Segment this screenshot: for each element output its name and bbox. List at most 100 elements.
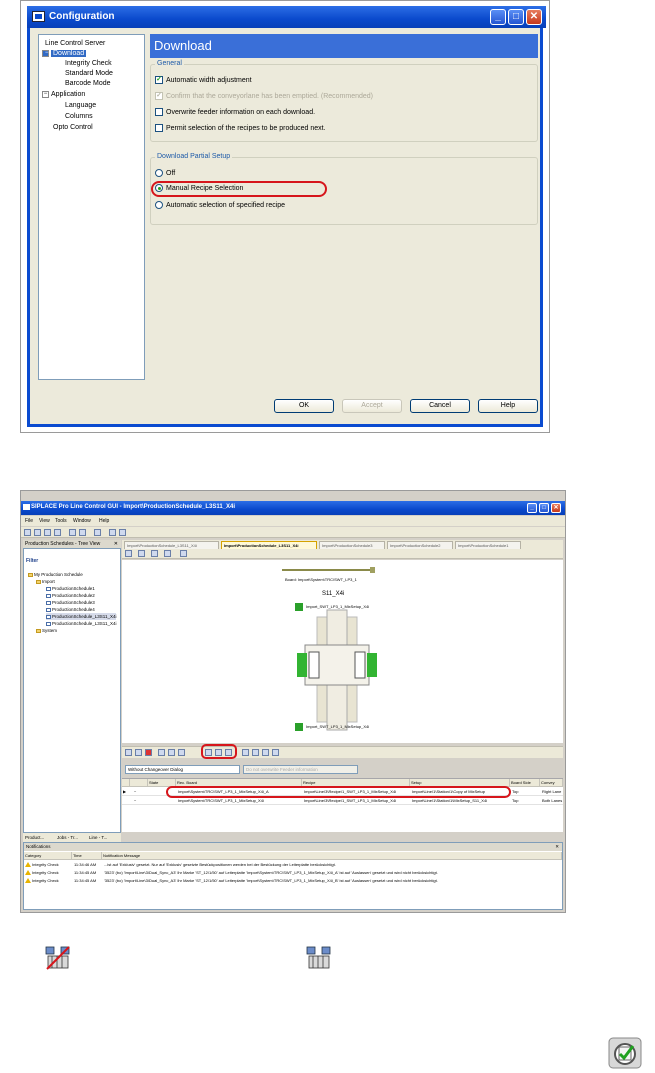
changeover-dialog-select[interactable]: Without Changeover Dialog bbox=[125, 765, 240, 774]
collapse-icon[interactable]: − bbox=[42, 90, 49, 98]
tab-products[interactable]: Product... bbox=[25, 833, 44, 842]
confirm-conveyor-checkbox: ✓ Confirm that the conveyorlane has been … bbox=[155, 91, 373, 102]
close-button[interactable]: ✕ bbox=[551, 503, 561, 513]
tree-item-barcode-mode[interactable]: Barcode Mode bbox=[65, 79, 111, 89]
setup-icon[interactable] bbox=[178, 749, 185, 756]
info-icon[interactable] bbox=[119, 529, 126, 536]
tree-node-schedule[interactable]: ProductionSchedule4 bbox=[46, 606, 95, 613]
minimize-button[interactable]: _ bbox=[527, 503, 537, 513]
menu-view[interactable]: View bbox=[39, 516, 50, 526]
tree-node-my-production-schedule[interactable]: My Production Schedule bbox=[28, 571, 83, 578]
settings-icon[interactable] bbox=[109, 529, 116, 536]
maximize-button[interactable]: □ bbox=[539, 503, 549, 513]
tree-item-opto-control[interactable]: Opto Control bbox=[53, 123, 93, 133]
tree-item-line-control-server[interactable]: Line Control Server bbox=[45, 39, 105, 49]
tree-node-label: Import bbox=[42, 579, 55, 584]
tree-node-import[interactable]: Import bbox=[36, 578, 55, 585]
automatic-width-checkbox[interactable]: ✓ Automatic width adjustment bbox=[155, 75, 252, 86]
line-icon[interactable] bbox=[158, 749, 165, 756]
tree-node-schedule[interactable]: ProductionSchedule3 bbox=[46, 599, 95, 606]
tab-document[interactable]: Import\ProductionSchedule1 bbox=[455, 541, 521, 549]
grid-header[interactable]: Board Side bbox=[510, 779, 540, 787]
overwrite-feeder-checkbox[interactable]: Overwrite feeder information on each dow… bbox=[155, 107, 315, 118]
pen-icon[interactable] bbox=[138, 550, 145, 557]
tab-document-active[interactable]: Import\ProductionSchedule_L3S11_X4i bbox=[221, 541, 317, 549]
filter-label[interactable]: Filter bbox=[26, 557, 118, 565]
tree-node-system[interactable]: System bbox=[36, 627, 57, 634]
tree-node-label: ProductionSchedule2 bbox=[52, 593, 95, 598]
ok-button[interactable]: OK bbox=[274, 399, 334, 413]
arrow-down-icon[interactable] bbox=[252, 749, 259, 756]
notif-header[interactable]: Notification Message bbox=[102, 852, 562, 860]
feeder-left bbox=[297, 653, 307, 677]
tree-item-columns[interactable]: Columns bbox=[65, 112, 93, 122]
tree-item-application[interactable]: − Application bbox=[42, 90, 85, 100]
table-row[interactable]: − Import\System\TRC\SWT_LP3_1_MixSetup_X… bbox=[122, 797, 563, 805]
save-icon[interactable] bbox=[44, 529, 51, 536]
board-end bbox=[370, 567, 375, 573]
notif-time: 11:34:45 AM bbox=[74, 870, 97, 875]
tab-document[interactable]: Import\ProductionSchedule3 bbox=[319, 541, 385, 549]
tree-item-language[interactable]: Language bbox=[65, 101, 96, 111]
tab-jobs[interactable]: Jobs - Tr... bbox=[57, 833, 78, 842]
cut-icon[interactable] bbox=[69, 529, 76, 536]
tree-node-schedule[interactable]: ProductionSchedule2 bbox=[46, 592, 95, 599]
notifications-panel: Notifications ✕ Category Time Notificatio… bbox=[23, 842, 563, 910]
menu-help[interactable]: Help bbox=[99, 516, 109, 526]
menu-window[interactable]: Window bbox=[73, 516, 91, 526]
group-title: Download Partial Setup bbox=[155, 153, 233, 160]
schedule-icon bbox=[46, 607, 51, 612]
new-icon[interactable] bbox=[24, 529, 31, 536]
setup-label-bottom[interactable]: Import_SWT_LP3_1_MixSetup_X4i bbox=[306, 724, 369, 729]
tree-node-schedule[interactable]: ProductionSchedule_L3S11_X4i bbox=[46, 620, 116, 627]
open-icon[interactable] bbox=[34, 529, 41, 536]
automatic-selection-radio[interactable]: Automatic selection of specified recipe bbox=[155, 200, 285, 211]
notif-header[interactable]: Category bbox=[24, 852, 72, 860]
permit-selection-checkbox[interactable]: Permit selection of the recipes to be pr… bbox=[155, 123, 326, 134]
head-left bbox=[308, 651, 320, 679]
row-expander[interactable]: − bbox=[134, 797, 144, 805]
collapse-icon[interactable]: − bbox=[42, 49, 49, 57]
row-expander[interactable]: − bbox=[134, 788, 144, 796]
tree-item-download[interactable]: − Download bbox=[42, 49, 87, 59]
zoom-icon[interactable] bbox=[151, 550, 158, 557]
copy-icon[interactable] bbox=[79, 529, 86, 536]
list-icon[interactable] bbox=[262, 749, 269, 756]
help-button[interactable]: Help bbox=[478, 399, 538, 413]
grid-header[interactable]: Convey bbox=[540, 779, 563, 787]
minimize-button[interactable]: _ bbox=[490, 9, 506, 25]
tab-document[interactable]: Import\ProductionSchedule_L3S11_X4i bbox=[124, 541, 219, 549]
option-label: Automatic selection of specified recipe bbox=[166, 202, 286, 209]
off-radio[interactable]: Off bbox=[155, 168, 175, 179]
tree-item-standard-mode[interactable]: Standard Mode bbox=[65, 69, 113, 79]
tree-item-integrity-check[interactable]: Integrity Check bbox=[65, 59, 112, 69]
panel-title: Notifications bbox=[26, 844, 51, 849]
layout-icon[interactable] bbox=[125, 550, 132, 557]
options-icon[interactable] bbox=[272, 749, 279, 756]
checkbox-icon: ✓ bbox=[155, 76, 163, 85]
stop-icon[interactable] bbox=[145, 749, 152, 756]
cancel-button[interactable]: Cancel bbox=[410, 399, 470, 413]
tree-node-schedule[interactable]: ProductionSchedule1 bbox=[46, 585, 95, 592]
tab-document[interactable]: Import\ProductionSchedule2 bbox=[387, 541, 453, 549]
print-icon[interactable] bbox=[54, 529, 61, 536]
schedule-toolbar bbox=[122, 744, 563, 759]
edit-icon[interactable] bbox=[135, 749, 142, 756]
grid-icon[interactable] bbox=[164, 550, 171, 557]
tab-line[interactable]: Line - T... bbox=[89, 833, 107, 842]
maximize-button[interactable]: □ bbox=[508, 9, 524, 25]
menu-file[interactable]: File bbox=[25, 516, 33, 526]
arrow-up-icon[interactable] bbox=[242, 749, 249, 756]
tree-node-schedule-selected[interactable]: ProductionSchedule_L3S11_X4i bbox=[46, 613, 117, 620]
star-icon[interactable] bbox=[180, 550, 187, 557]
station-icon[interactable] bbox=[168, 749, 175, 756]
refresh-icon[interactable] bbox=[94, 529, 101, 536]
move-up-icon[interactable] bbox=[125, 749, 132, 756]
notif-header[interactable]: Time bbox=[72, 852, 102, 860]
close-button[interactable]: ✕ bbox=[526, 9, 542, 25]
menu-tools[interactable]: Tools bbox=[55, 516, 67, 526]
tree-item-label: Application bbox=[51, 91, 86, 98]
schedule-icon bbox=[46, 621, 51, 626]
setup-label-top[interactable]: Import_SWT_LP3_1_MixSetup_X4i bbox=[306, 604, 369, 609]
close-icon[interactable]: ✕ bbox=[555, 843, 559, 851]
